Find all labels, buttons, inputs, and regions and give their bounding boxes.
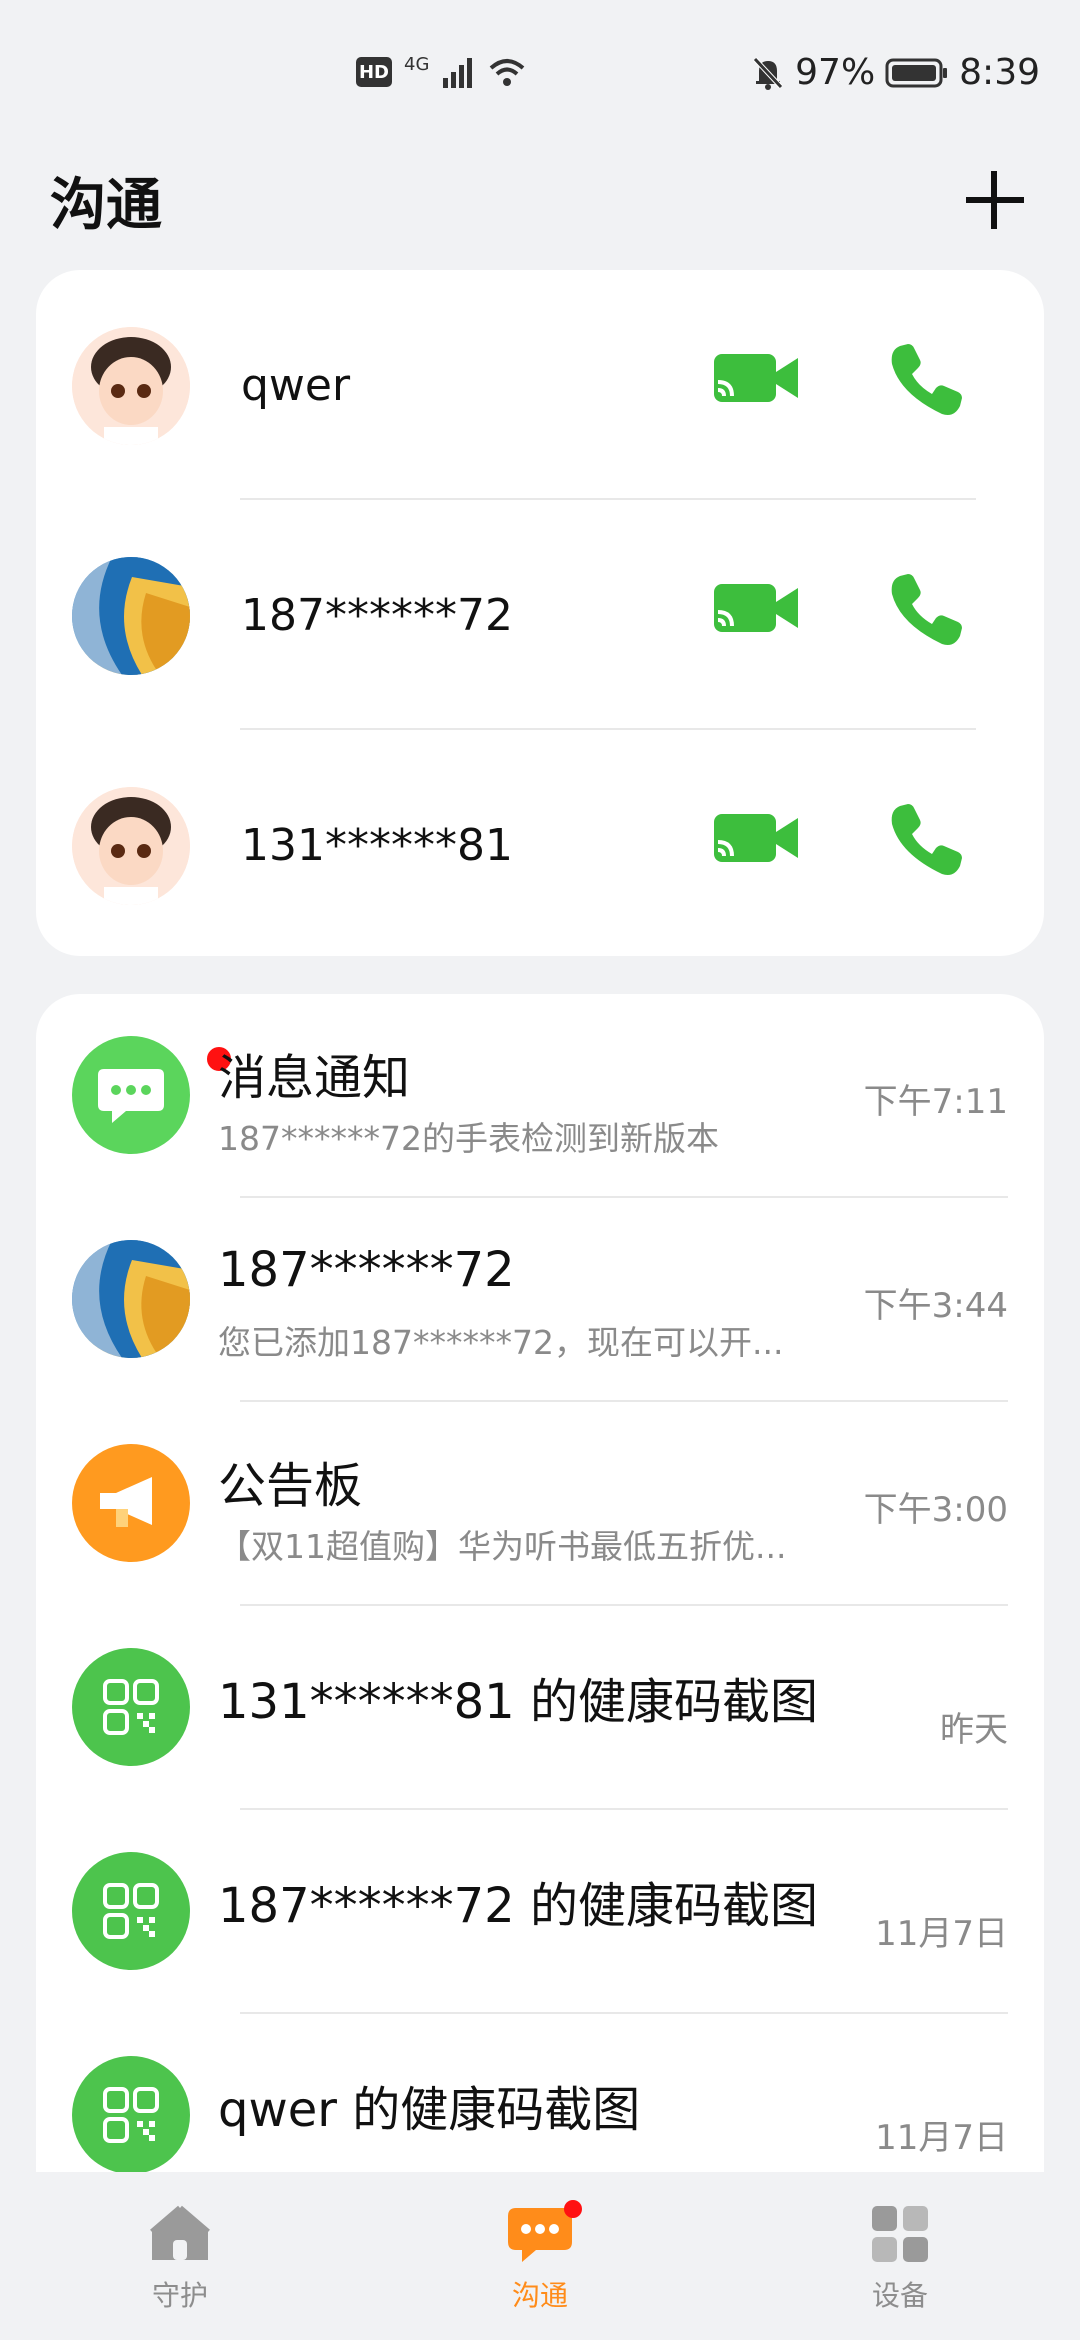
phone-icon <box>891 804 962 875</box>
nav-item-chat[interactable]: 沟通 <box>440 2172 640 2314</box>
contact-name: qwer <box>241 359 351 411</box>
network-type: 4G <box>404 53 430 75</box>
voice-call-button[interactable] <box>886 800 976 890</box>
megaphone-icon <box>72 1444 190 1562</box>
message-item[interactable]: 187******72 的健康码截图 11月7日 <box>36 1810 1044 2014</box>
contact-row[interactable]: 131******81 <box>36 730 1044 956</box>
video-call-button[interactable] <box>712 350 822 420</box>
contact-name: 131******81 <box>241 819 513 871</box>
chat-icon <box>508 2208 572 2262</box>
message-time: 下午3:44 <box>863 1286 1008 1326</box>
contact-row[interactable]: qwer <box>36 270 1044 500</box>
voice-call-button[interactable] <box>886 340 976 430</box>
battery-icon <box>885 58 948 87</box>
nav-label: 沟通 <box>511 2279 568 2312</box>
messages-card: 消息通知 187******72的手表检测到新版本 下午7:11 187****… <box>36 994 1044 2194</box>
message-item[interactable]: 187******72 您已添加187******72，现在可以开... 下午3… <box>36 1198 1044 1402</box>
message-time: 11月7日 <box>875 1914 1008 1954</box>
message-preview: 187******72的手表检测到新版本 <box>218 1119 719 1158</box>
signal-icon <box>443 58 473 88</box>
voice-call-button[interactable] <box>886 570 976 660</box>
video-camera-icon <box>714 814 798 862</box>
message-title: qwer 的健康码截图 <box>218 2082 641 2138</box>
message-preview: 【双11超值购】华为听书最低五折优... <box>218 1527 787 1566</box>
system-indicators: 97% 8:39 <box>751 52 1040 93</box>
video-call-button[interactable] <box>712 580 822 650</box>
chat-bubble-icon <box>72 1036 190 1154</box>
nav-item-devices[interactable]: 设备 <box>800 2172 1000 2314</box>
message-title: 公告板 <box>218 1458 363 1514</box>
message-time: 下午7:11 <box>863 1082 1008 1122</box>
message-preview: 您已添加187******72，现在可以开... <box>218 1323 784 1362</box>
nav-label: 守护 <box>151 2279 208 2312</box>
nav-item-guard[interactable]: 守护 <box>80 2172 280 2314</box>
message-item[interactable]: 131******81 的健康码截图 昨天 <box>36 1606 1044 1810</box>
bottom-nav: 守护 沟通 设备 <box>0 2172 1080 2340</box>
message-item[interactable]: 消息通知 187******72的手表检测到新版本 下午7:11 <box>36 994 1044 1198</box>
phone-icon <box>891 574 962 645</box>
qr-code-icon <box>72 2056 190 2174</box>
page-header: 沟通 <box>50 160 1030 240</box>
message-title: 187******72 <box>218 1242 515 1298</box>
network-indicators: HD 4G <box>356 53 527 88</box>
message-time: 下午3:00 <box>863 1490 1008 1530</box>
status-bar: HD 4G 97% 8:39 <box>0 0 1080 140</box>
message-time: 昨天 <box>940 1710 1008 1750</box>
message-title: 消息通知 <box>218 1050 411 1106</box>
nav-label: 设备 <box>871 2279 928 2312</box>
qr-code-icon <box>72 1852 190 1970</box>
video-call-button[interactable] <box>712 810 822 880</box>
unread-badge <box>564 2200 582 2218</box>
home-icon <box>150 2205 210 2260</box>
contacts-card: qwer 187******72 131******81 <box>36 270 1044 956</box>
message-item[interactable]: 公告板 【双11超值购】华为听书最低五折优... 下午3:00 <box>36 1402 1044 1606</box>
clock: 8:39 <box>959 52 1040 93</box>
contact-name: 187******72 <box>241 589 513 641</box>
avatar <box>72 1240 190 1358</box>
devices-icon <box>872 2206 928 2262</box>
avatar <box>72 787 190 905</box>
qr-code-icon <box>72 1648 190 1766</box>
avatar <box>72 557 190 675</box>
phone-icon <box>891 344 962 415</box>
message-title: 131******81 的健康码截图 <box>218 1674 818 1730</box>
video-camera-icon <box>714 354 798 402</box>
message-title: 187******72 的健康码截图 <box>218 1878 818 1934</box>
video-camera-icon <box>714 584 798 632</box>
battery-percent: 97% <box>795 52 876 93</box>
mute-bell-icon <box>753 56 783 90</box>
message-time: 11月7日 <box>875 2118 1008 2158</box>
message-item[interactable]: qwer 的健康码截图 11月7日 <box>36 2014 1044 2194</box>
hd-badge: HD <box>356 57 392 87</box>
add-button[interactable] <box>960 165 1030 235</box>
wifi-icon <box>490 59 525 86</box>
avatar <box>72 327 190 445</box>
contact-row[interactable]: 187******72 <box>36 500 1044 730</box>
page-title: 沟通 <box>50 172 162 238</box>
